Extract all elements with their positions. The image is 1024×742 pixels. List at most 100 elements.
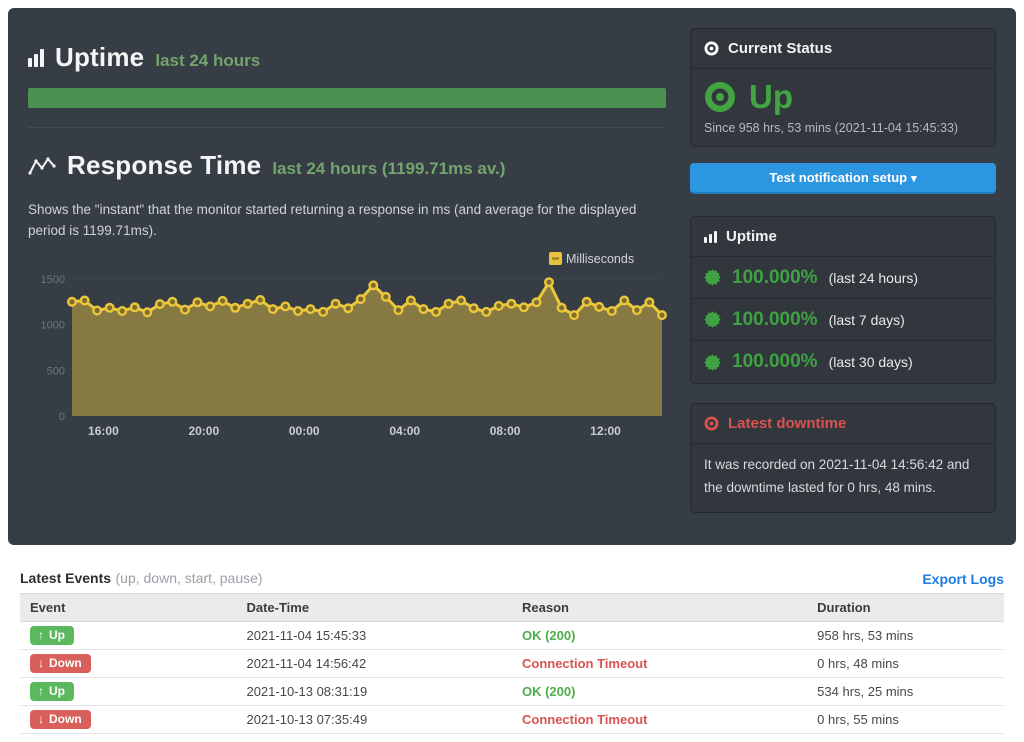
status-text: Up <box>749 78 793 116</box>
response-time-range-label: last 24 hours (1199.71ms av.) <box>272 153 505 179</box>
monitor-overview-panel: Uptime last 24 hours Response Time last … <box>8 8 1016 545</box>
event-datetime: 2021-10-13 08:31:19 <box>236 678 512 706</box>
sidebar: Current Status Up Since 958 hrs, 53 mins… <box>690 28 996 513</box>
uptime-title: Uptime <box>55 42 144 73</box>
test-notification-button[interactable]: Test notification setup▾ <box>690 163 996 194</box>
chart-data-point[interactable] <box>520 304 528 312</box>
chart-data-point[interactable] <box>357 295 365 303</box>
chart-data-point[interactable] <box>621 297 629 305</box>
y-axis-tick-label: 1000 <box>41 320 65 332</box>
chart-data-point[interactable] <box>131 304 139 312</box>
chart-data-point[interactable] <box>633 306 641 314</box>
chart-data-point[interactable] <box>570 311 578 319</box>
chart-data-point[interactable] <box>646 299 654 307</box>
chart-data-point[interactable] <box>194 299 202 307</box>
export-logs-link[interactable]: Export Logs <box>922 571 1004 587</box>
chart-data-point[interactable] <box>156 300 164 308</box>
uptime-percentage: 100.000% <box>732 351 818 373</box>
uptime-stat-row: 100.000%(last 7 days) <box>691 299 995 341</box>
chart-data-point[interactable] <box>332 300 340 308</box>
legend-label[interactable]: Milliseconds <box>566 252 634 266</box>
chart-data-point[interactable] <box>181 306 189 314</box>
y-axis-tick-label: 0 <box>59 411 65 423</box>
event-badge-down: ↓Down <box>30 710 91 729</box>
chart-data-point[interactable] <box>257 296 265 304</box>
chart-data-point[interactable] <box>483 308 491 316</box>
chart-data-point[interactable] <box>93 307 101 315</box>
chart-data-point[interactable] <box>382 293 390 301</box>
chart-data-point[interactable] <box>169 298 177 306</box>
chart-data-point[interactable] <box>118 307 126 315</box>
chart-data-point[interactable] <box>658 311 666 319</box>
chart-data-point[interactable] <box>307 305 315 313</box>
event-datetime: 2021-11-04 15:45:33 <box>236 622 512 650</box>
event-reason: Connection Timeout <box>522 712 647 727</box>
chart-data-point[interactable] <box>294 307 302 315</box>
uptime-stats-header: Uptime <box>691 217 995 257</box>
event-reason: Connection Timeout <box>522 656 647 671</box>
current-status-title: Current Status <box>728 40 832 57</box>
chart-data-point[interactable] <box>432 308 440 316</box>
chart-data-point[interactable] <box>457 297 465 305</box>
uptime-stats-panel: Uptime 100.000% (last 24 hours) 100.000%(l… <box>690 216 996 384</box>
uptime-period-label: (last 7 days) <box>829 312 905 328</box>
x-axis-tick-label: 16:00 <box>88 424 119 438</box>
uptime-seal-icon <box>704 311 721 328</box>
x-axis-tick-label: 04:00 <box>389 424 420 438</box>
uptime-24h-bar[interactable] <box>28 88 666 108</box>
chart-data-point[interactable] <box>269 305 277 313</box>
current-status-header: Current Status <box>691 29 995 69</box>
bar-chart-icon <box>28 49 44 67</box>
event-duration: 534 hrs, 25 mins <box>807 678 1004 706</box>
chart-data-point[interactable] <box>595 303 603 311</box>
event-reason: OK (200) <box>522 684 575 699</box>
chart-data-point[interactable] <box>206 303 214 311</box>
chart-data-point[interactable] <box>508 300 516 308</box>
chart-data-point[interactable] <box>370 282 378 290</box>
uptime-range-label: last 24 hours <box>155 45 260 71</box>
chart-data-point[interactable] <box>219 297 227 305</box>
chart-data-point[interactable] <box>395 306 403 314</box>
event-badge-down: ↓Down <box>30 654 91 673</box>
chart-data-point[interactable] <box>407 297 415 305</box>
chart-data-point[interactable] <box>583 298 591 306</box>
chart-data-point[interactable] <box>319 308 327 316</box>
event-duration: 0 hrs, 48 mins <box>807 650 1004 678</box>
chart-data-point[interactable] <box>231 304 239 312</box>
chart-data-point[interactable] <box>244 300 252 308</box>
latest-downtime-panel: Latest downtime It was recorded on 2021-… <box>690 403 996 513</box>
uptime-period-label: (last 24 hours) <box>829 270 918 286</box>
column-header-duration: Duration <box>807 594 1004 622</box>
event-duration: 958 hrs, 53 mins <box>807 622 1004 650</box>
chart-data-point[interactable] <box>144 309 152 317</box>
chart-data-point[interactable] <box>282 303 290 311</box>
event-datetime: 2021-10-13 07:35:49 <box>236 706 512 734</box>
chart-data-point[interactable] <box>81 297 89 305</box>
column-header-datetime: Date-Time <box>236 594 512 622</box>
column-header-event: Event <box>20 594 236 622</box>
latest-downtime-text: It was recorded on 2021-11-04 14:56:42 a… <box>691 444 995 512</box>
latest-events-subtitle: (up, down, start, pause) <box>116 570 263 586</box>
chart-data-point[interactable] <box>470 304 478 312</box>
status-up-icon <box>704 81 736 113</box>
y-axis-tick-label: 1500 <box>41 274 65 286</box>
latest-downtime-title: Latest downtime <box>728 415 846 432</box>
chart-data-point[interactable] <box>344 304 352 312</box>
dot-circle-icon <box>704 41 719 56</box>
dot-circle-red-icon <box>704 416 719 431</box>
chart-data-point[interactable] <box>545 278 553 286</box>
chart-data-point[interactable] <box>495 302 503 310</box>
status-since-text: Since 958 hrs, 53 mins (2021-11-04 15:45… <box>704 121 982 135</box>
chart-data-point[interactable] <box>420 305 428 313</box>
chart-data-point[interactable] <box>445 300 453 308</box>
line-chart-icon <box>28 155 56 177</box>
response-time-chart[interactable]: 05001000150016:0020:0000:0004:0008:0012:… <box>28 250 674 450</box>
chart-data-point[interactable] <box>558 304 566 312</box>
chart-data-point[interactable] <box>608 307 616 315</box>
event-datetime: 2021-11-04 14:56:42 <box>236 650 512 678</box>
chart-data-point[interactable] <box>106 304 114 312</box>
uptime-stat-row: 100.000%(last 30 days) <box>691 341 995 383</box>
chart-data-point[interactable] <box>533 299 541 307</box>
chart-data-point[interactable] <box>68 298 76 306</box>
table-row: ↓Down 2021-10-13 07:35:49 Connection Timeo… <box>20 706 1004 734</box>
